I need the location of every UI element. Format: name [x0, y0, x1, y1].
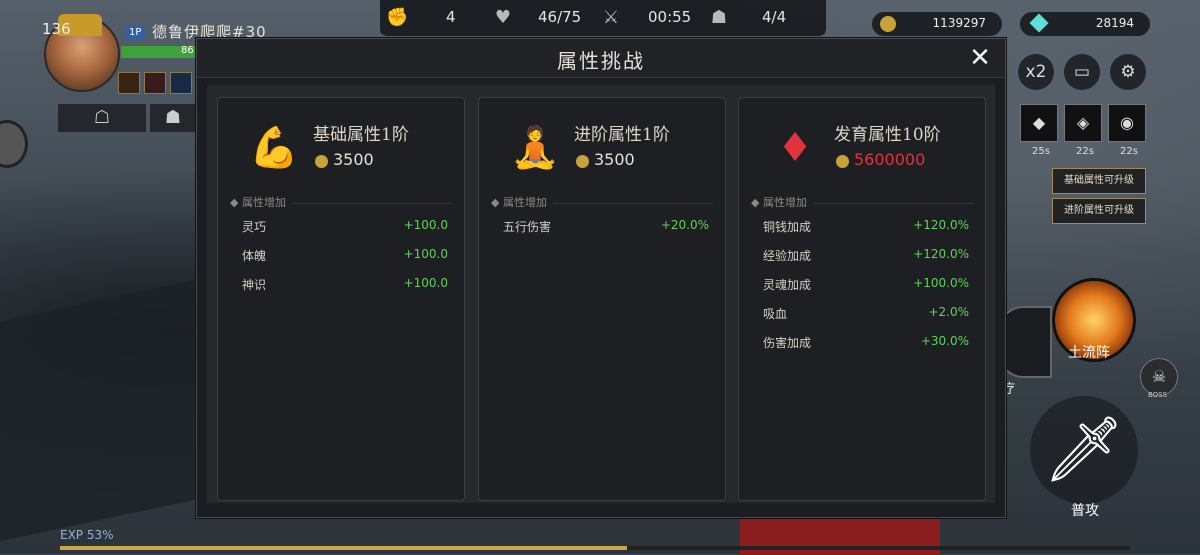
- match-timer: 00:55: [648, 8, 692, 26]
- coin-icon: [836, 155, 849, 168]
- card-cost: 3500: [333, 150, 374, 169]
- skill-slot-2-icon[interactable]: ◈: [1064, 104, 1102, 142]
- attribute-name: 体魄: [242, 249, 267, 263]
- section-heading: ◆ 属性增加: [491, 194, 553, 210]
- card-title: 基础属性1阶: [313, 125, 409, 145]
- lives-count: 46/75: [538, 8, 582, 26]
- coin-icon: [315, 155, 328, 168]
- skill-cooldown-2: 22s: [1076, 146, 1094, 157]
- attribute-row: 经验加成 +120.0%: [763, 247, 969, 265]
- fist-icon: ✊: [386, 7, 409, 28]
- close-icon[interactable]: ✕: [967, 45, 993, 71]
- coin-counter[interactable]: 1139297: [872, 12, 1002, 36]
- left-tab-1-icon[interactable]: ☖: [58, 104, 146, 132]
- attribute-card-growth[interactable]: ♦ 发育属性10阶 5600000 ◆ 属性增加 铜钱加成 +120.0% 经验…: [738, 97, 986, 501]
- match-stats-panel: ✊ 4 ♥ 46/75 ⚔ 00:55 ☗ 4/4: [380, 0, 826, 38]
- coin-value: 1139297: [932, 16, 986, 30]
- buff-blade-icon[interactable]: [144, 72, 166, 94]
- speed-x2-button[interactable]: x2: [1018, 54, 1054, 90]
- attribute-value: +100.0: [403, 276, 448, 290]
- card-cost: 5600000: [854, 150, 926, 169]
- heart-icon: ♥: [494, 7, 512, 28]
- upgrade-notice-advanced[interactable]: 进阶属性可升级: [1052, 198, 1146, 224]
- modal-header: 属性挑战 ✕: [197, 39, 1005, 78]
- section-heading: ◆ 属性增加: [751, 194, 813, 210]
- attribute-card-basic[interactable]: 💪 基础属性1阶 3500 ◆ 属性增加 灵巧 +100.0 体魄 +100.0…: [217, 97, 465, 501]
- attribute-value: +120.0%: [913, 247, 969, 261]
- section-heading: ◆ 属性增加: [230, 194, 292, 210]
- attribute-row: 吸血 +2.0%: [763, 305, 969, 323]
- attribute-row: 铜钱加成 +120.0%: [763, 218, 969, 236]
- attribute-challenge-modal: 属性挑战 ✕ 💪 基础属性1阶 3500 ◆ 属性增加 灵巧 +100.0 体魄…: [196, 38, 1006, 518]
- attribute-name: 灵魂加成: [763, 278, 812, 292]
- attribute-value: +120.0%: [913, 218, 969, 232]
- attribute-row: 伤害加成 +30.0%: [763, 334, 969, 352]
- gem-icon: [1029, 13, 1049, 33]
- gem-value: 28194: [1095, 16, 1134, 30]
- attribute-card-advanced[interactable]: 🧘 进阶属性1阶 3500 ◆ 属性增加 五行伤害 +20.0%: [478, 97, 726, 501]
- attribute-name: 伤害加成: [763, 336, 812, 350]
- card-title: 进阶属性1阶: [574, 125, 670, 145]
- player-level: 136: [42, 20, 71, 38]
- exp-label: EXP 53%: [60, 528, 114, 542]
- earth-array-skill-label: 土流阵: [1068, 345, 1110, 361]
- skill-slot-3-icon[interactable]: ◉: [1108, 104, 1146, 142]
- section-heading-text: 属性增加: [762, 196, 807, 209]
- section-heading-text: 属性增加: [241, 196, 286, 209]
- buff-potion-icon[interactable]: [170, 72, 192, 94]
- attribute-value: +2.0%: [928, 305, 969, 319]
- background-rock: [0, 278, 200, 542]
- attack-label: 普攻: [1071, 503, 1099, 519]
- warrior-figure-icon: 🧘: [510, 125, 560, 171]
- attribute-row: 五行伤害 +20.0%: [503, 218, 709, 236]
- attribute-name: 灵巧: [242, 220, 267, 234]
- coin-icon: [576, 155, 589, 168]
- red-crystal-icon: ♦: [777, 125, 813, 171]
- left-tab-2-icon[interactable]: ☗: [150, 104, 196, 132]
- player-slot-badge: 1P: [125, 26, 146, 39]
- section-heading-text: 属性增加: [502, 196, 547, 209]
- hp-text: 86: [181, 45, 194, 56]
- attribute-value: +100.0: [403, 218, 448, 232]
- coin-icon: [880, 16, 896, 32]
- attribute-value: +30.0%: [920, 334, 969, 348]
- attribute-value: +100.0: [403, 247, 448, 261]
- exp-bar: [60, 546, 1130, 550]
- skill-slot-1-icon[interactable]: ◆: [1020, 104, 1058, 142]
- skill-cooldown-1: 25s: [1032, 146, 1050, 157]
- attribute-value: +20.0%: [660, 218, 709, 232]
- fist-count: 4: [446, 8, 456, 26]
- attack-sword-icon[interactable]: 🗡: [1030, 396, 1138, 504]
- screen-mode-icon[interactable]: ▭: [1064, 54, 1100, 90]
- attribute-row: 灵魂加成 +100.0%: [763, 276, 969, 294]
- attribute-name: 经验加成: [763, 249, 812, 263]
- modal-title: 属性挑战: [557, 49, 645, 73]
- mask-count: 4/4: [762, 8, 787, 26]
- crossed-swords-icon: ⚔: [602, 7, 620, 28]
- demon-mask-icon: ☗: [710, 7, 728, 28]
- card-cost: 3500: [594, 150, 635, 169]
- flexed-arm-icon: 💪: [249, 125, 299, 171]
- boss-label: BOSS: [1148, 391, 1168, 399]
- skill-cooldown-3: 22s: [1120, 146, 1138, 157]
- settings-gear-icon[interactable]: ⚙: [1110, 54, 1146, 90]
- upgrade-notice-basic[interactable]: 基础属性可升级: [1052, 168, 1146, 194]
- attribute-name: 五行伤害: [503, 220, 552, 234]
- buff-crown-icon[interactable]: [118, 72, 140, 94]
- attribute-name: 吸血: [763, 307, 788, 321]
- attribute-row: 神识 +100.0: [242, 276, 448, 294]
- attribute-row: 灵巧 +100.0: [242, 218, 448, 236]
- exp-bar-fill: [60, 546, 628, 550]
- card-title: 发育属性10阶: [834, 125, 941, 145]
- attribute-row: 体魄 +100.0: [242, 247, 448, 265]
- attribute-name: 铜钱加成: [763, 220, 812, 234]
- attribute-value: +100.0%: [913, 276, 969, 290]
- attribute-name: 神识: [242, 278, 267, 292]
- gem-counter[interactable]: 28194: [1020, 12, 1150, 36]
